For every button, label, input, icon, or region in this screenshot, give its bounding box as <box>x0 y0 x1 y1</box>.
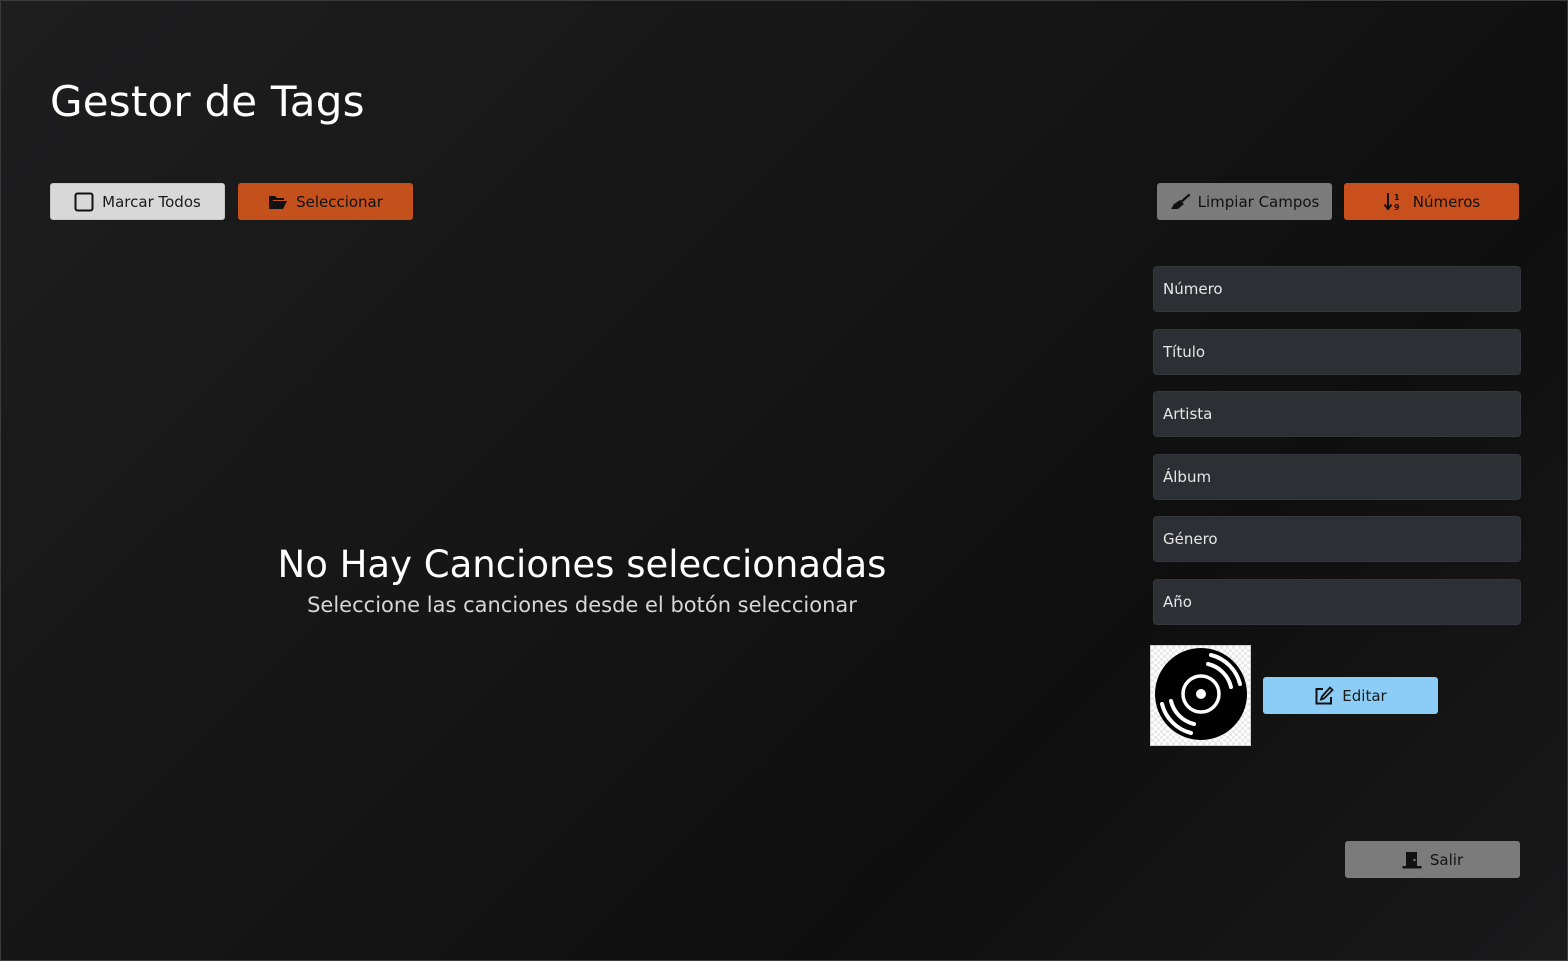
mark-all-button[interactable]: Marcar Todos <box>50 183 225 220</box>
title-field[interactable] <box>1153 329 1521 375</box>
exit-button[interactable]: Salir <box>1345 841 1520 878</box>
broom-icon <box>1170 193 1190 210</box>
edit-cover-button[interactable]: Editar <box>1263 677 1438 714</box>
page-title: Gestor de Tags <box>50 77 365 126</box>
exit-label: Salir <box>1429 850 1464 869</box>
empty-state-subtitle: Seleccione las canciones desde el botón … <box>307 593 857 617</box>
empty-state-title: No Hay Canciones seleccionadas <box>277 543 887 586</box>
svg-text:9: 9 <box>1394 203 1400 212</box>
number-field[interactable] <box>1153 266 1521 312</box>
album-cover <box>1150 645 1251 746</box>
edit-cover-label: Editar <box>1342 686 1387 705</box>
clear-fields-button[interactable]: Limpiar Campos <box>1157 183 1332 220</box>
genre-field[interactable] <box>1153 516 1521 562</box>
clear-fields-label: Limpiar Campos <box>1197 192 1320 211</box>
select-label: Seleccionar <box>296 192 383 211</box>
door-icon <box>1402 851 1422 869</box>
folder-open-icon <box>268 194 288 210</box>
app-window: Gestor de Tags Marcar Todos Seleccionar … <box>0 0 1568 961</box>
numbers-label: Números <box>1412 192 1481 211</box>
album-field[interactable] <box>1153 454 1521 500</box>
artist-field[interactable] <box>1153 391 1521 437</box>
numbers-button[interactable]: 19 Números <box>1344 183 1519 220</box>
edit-icon <box>1314 685 1335 706</box>
select-button[interactable]: Seleccionar <box>238 183 413 220</box>
year-field[interactable] <box>1153 579 1521 625</box>
svg-text:1: 1 <box>1394 193 1400 202</box>
vinyl-record-icon <box>1153 646 1249 746</box>
sort-numeric-icon: 19 <box>1383 192 1405 212</box>
checkbox-icon <box>74 192 94 212</box>
mark-all-label: Marcar Todos <box>102 192 201 211</box>
